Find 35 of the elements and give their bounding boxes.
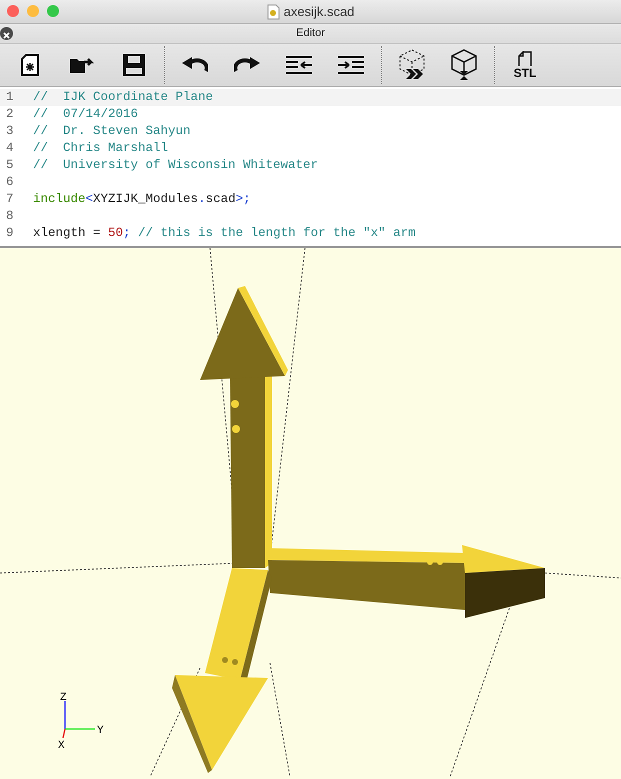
code-line: include<XYZIJK_Modules.scad>; <box>33 191 251 208</box>
axis-indicator-drawing <box>62 701 95 738</box>
line-number: 7 <box>5 191 15 208</box>
document-icon <box>266 4 280 20</box>
new-file-icon <box>21 54 39 76</box>
export-stl-button[interactable]: STL <box>499 45 551 85</box>
code-line: xlength = 50; // this is the length for the "x" arm <box>33 225 416 242</box>
code-line: // University of Wisconsin Whitewater <box>33 157 318 174</box>
line-number: 2 <box>5 106 15 123</box>
code-line: // IJK Coordinate Plane <box>33 89 214 106</box>
folder-icon <box>70 56 94 74</box>
3d-viewport[interactable]: Z Y X <box>0 248 621 777</box>
line-number: 4 <box>5 140 15 157</box>
line-number: 3 <box>5 123 15 140</box>
x-axis-label: X <box>58 740 65 752</box>
line-number: 8 <box>5 208 15 225</box>
code-line: // Chris Marshall <box>33 140 168 157</box>
redo-icon <box>234 56 260 74</box>
line-number: 1 <box>5 89 15 106</box>
line-number: 5 <box>5 157 15 174</box>
y-axis-label: Y <box>97 725 104 737</box>
unindent-icon <box>286 56 312 74</box>
dashed-cube-arrows-icon <box>398 49 426 81</box>
undo-icon <box>182 56 208 74</box>
close-panel-button[interactable] <box>0 27 13 40</box>
code-line: // Dr. Steven Sahyun <box>33 123 191 140</box>
indent-icon <box>338 56 364 74</box>
cube-hourglass-icon <box>450 49 478 81</box>
code-line: // 07/14/2016 <box>33 106 138 123</box>
line-number: 9 <box>5 225 15 242</box>
document-outline-icon <box>518 51 532 67</box>
line-number: 6 <box>5 174 15 191</box>
window-title: axesijk.scad <box>284 2 354 21</box>
panel-title: Editor <box>296 26 325 42</box>
z-axis-label: Z <box>60 692 67 704</box>
